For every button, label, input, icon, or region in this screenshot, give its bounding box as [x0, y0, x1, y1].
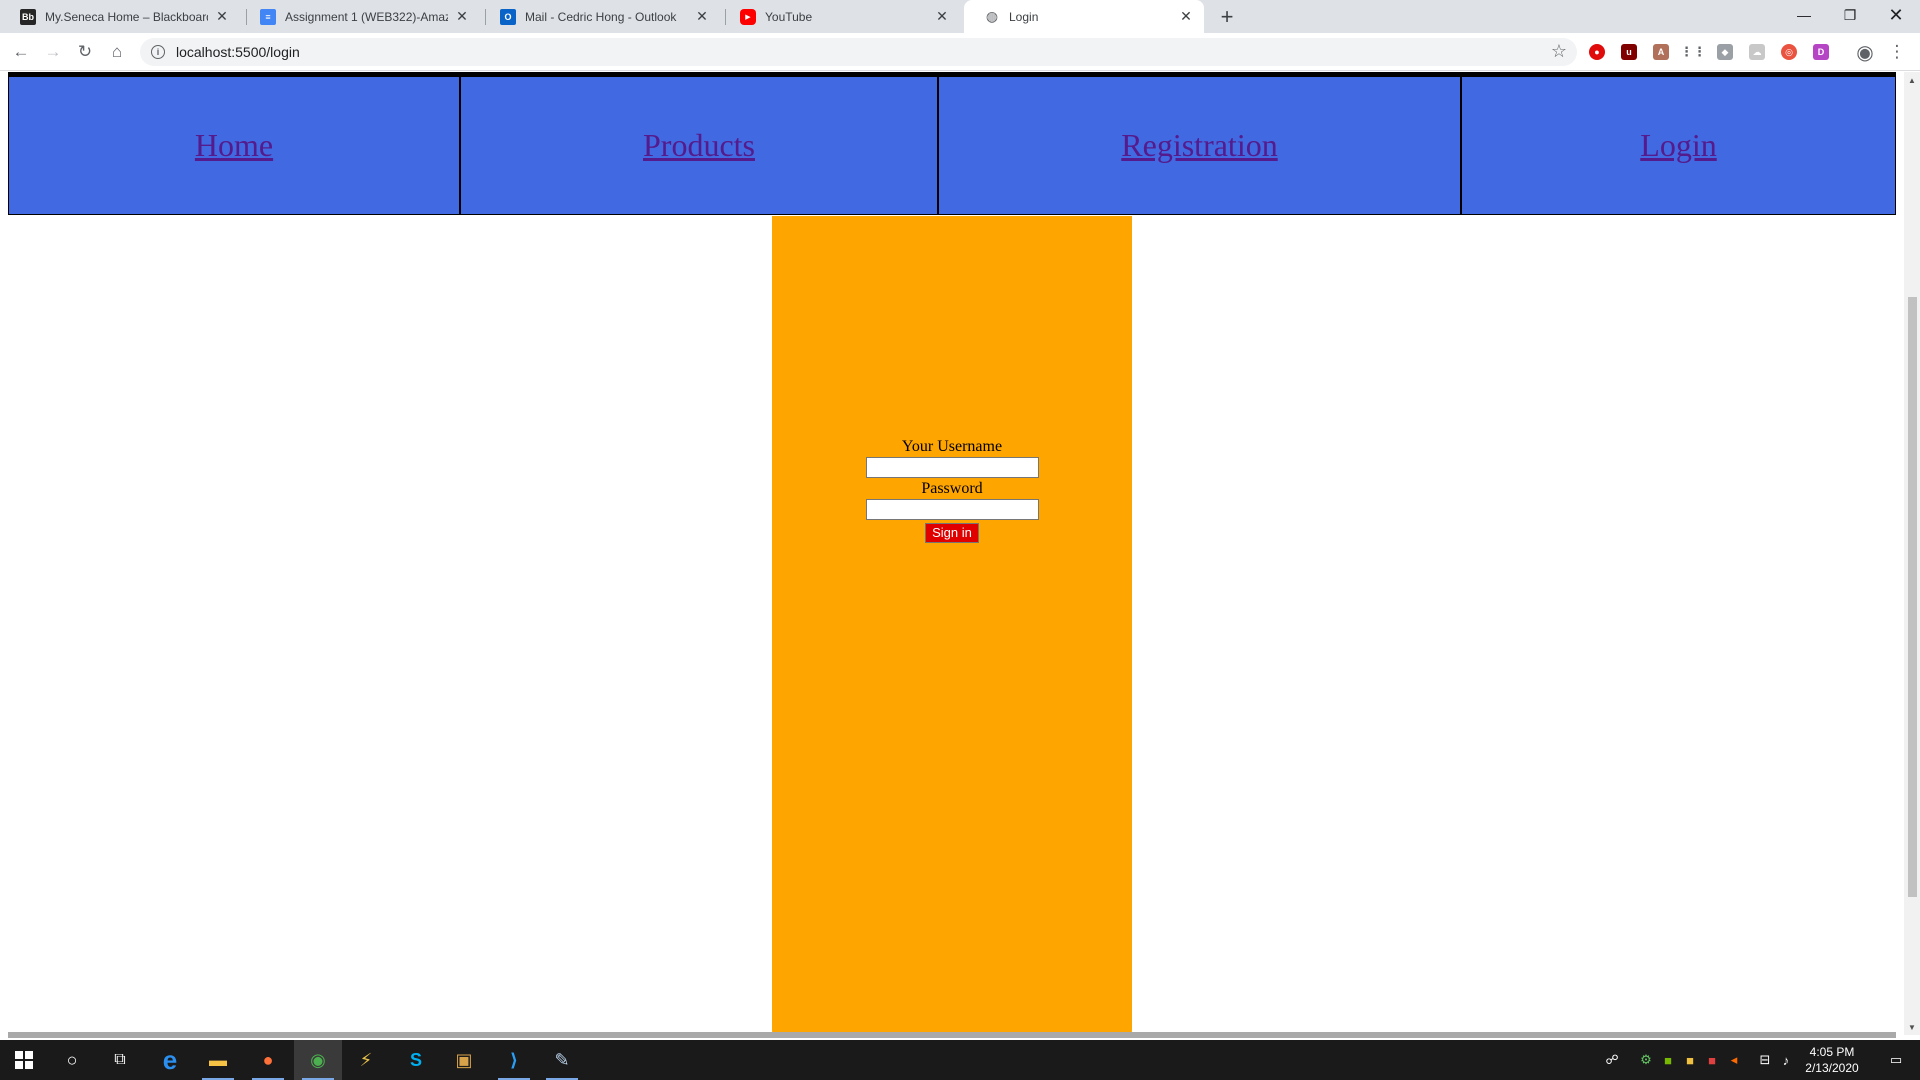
close-tab-icon[interactable]: ✕ [214, 8, 230, 25]
password-input[interactable] [865, 499, 1039, 520]
username-input[interactable] [865, 457, 1039, 478]
edge-icon[interactable]: e [146, 1040, 194, 1080]
app-icon[interactable]: ⚡ [342, 1040, 390, 1080]
notifications-icon[interactable]: ▭ [1876, 1040, 1916, 1080]
skype-icon[interactable]: S [392, 1040, 440, 1080]
firefox-icon[interactable]: ● [244, 1040, 292, 1080]
task-view-icon[interactable]: ⧉ [96, 1040, 144, 1080]
back-icon[interactable]: ← [8, 39, 34, 65]
address-bar[interactable]: i localhost:5500/login ☆ [140, 38, 1577, 66]
close-tab-icon[interactable]: ✕ [1178, 8, 1194, 25]
tab-title: Mail - Cedric Hong - Outlook [525, 9, 677, 24]
app-icon[interactable]: ✎ [538, 1040, 586, 1080]
reload-icon[interactable]: ↻ [72, 39, 98, 65]
browser-tab[interactable]: ▶ YouTube ✕ [720, 0, 960, 33]
nav-item-login: Login [1462, 77, 1895, 214]
scroll-down-arrow-icon[interactable]: ▼ [1904, 1019, 1920, 1035]
extension-icon[interactable]: ● [1589, 44, 1605, 60]
scroll-up-arrow-icon[interactable]: ▲ [1904, 72, 1920, 88]
clock-time: 4:05 PM [1809, 1045, 1855, 1059]
vscode-icon[interactable]: ⟩ [490, 1040, 538, 1080]
profile-icon[interactable]: ◉ [1852, 39, 1878, 65]
cloud-extension-icon[interactable]: ☁ [1749, 44, 1765, 60]
browser-tab[interactable]: ≡ Assignment 1 (WEB322)-Amazon ✕ [240, 0, 480, 33]
username-label: Your Username [901, 438, 1003, 455]
password-label: Password [921, 480, 983, 497]
system-clock[interactable]: 4:05 PM 2/13/2020 [1790, 1044, 1874, 1076]
menu-kebab-icon[interactable]: ⋮ [1884, 39, 1910, 65]
url-text[interactable]: localhost:5500/login [176, 44, 300, 60]
nav-item-products: Products [461, 77, 939, 214]
globe-icon: ◍ [985, 8, 999, 24]
browser-tab[interactable]: O Mail - Cedric Hong - Outlook ✕ [480, 0, 720, 33]
media-app-icon[interactable]: ▣ [440, 1040, 488, 1080]
browser-tab-strip: Bb My.Seneca Home – Blackboard L ✕ ≡ Ass… [0, 0, 1920, 33]
browser-toolbar: ← → ↻ ⌂ i localhost:5500/login ☆ ● u A ⋮… [0, 33, 1920, 71]
windows-taskbar: ○ ⧉ e ▬ ● ◉ ⚡ S ▣ ⟩ ✎ ☍ ⚙ ■ ■ ■ ◂ ⊟ ♪ 4:… [0, 1040, 1920, 1080]
people-icon[interactable]: ☍ [1600, 1040, 1624, 1080]
outlook-icon: O [500, 8, 516, 25]
horizontal-scrollbar[interactable] [8, 1032, 1896, 1038]
extension-icon[interactable]: D [1813, 44, 1829, 60]
youtube-icon: ▶ [740, 8, 756, 25]
close-window-icon[interactable]: ✕ [1876, 0, 1916, 30]
page-viewport: Home Products Registration Login Your Us… [0, 72, 1904, 1035]
nav-link-home[interactable]: Home [195, 127, 273, 164]
network-icon[interactable]: ⊟ [1754, 1040, 1776, 1080]
tray-app-icon[interactable]: ■ [1680, 1040, 1700, 1080]
file-explorer-icon[interactable]: ▬ [194, 1040, 242, 1080]
tray-app-icon[interactable]: ⚙ [1636, 1040, 1656, 1080]
nav-item-registration: Registration [939, 77, 1462, 214]
home-icon[interactable]: ⌂ [104, 39, 130, 65]
grid-icon[interactable]: ⋮⋮ [1680, 44, 1706, 60]
main-nav: Home Products Registration Login [8, 77, 1896, 215]
nav-link-login[interactable]: Login [1640, 127, 1716, 164]
close-tab-icon[interactable]: ✕ [694, 8, 710, 25]
tab-title: My.Seneca Home – Blackboard L [45, 9, 208, 24]
google-docs-icon: ≡ [260, 8, 276, 25]
shield-extension-icon[interactable]: ◆ [1717, 44, 1733, 60]
ublock-icon[interactable]: u [1621, 44, 1637, 60]
minimize-icon[interactable]: — [1784, 0, 1824, 30]
tray-app-icon[interactable]: ■ [1702, 1040, 1722, 1080]
close-tab-icon[interactable]: ✕ [934, 8, 950, 25]
vertical-scrollbar[interactable]: ▲ ▼ [1904, 72, 1920, 1035]
sign-in-button[interactable]: Sign in [925, 523, 979, 543]
tab-title: Login [1009, 9, 1039, 24]
forward-icon[interactable]: → [40, 39, 66, 65]
windows-start-icon[interactable] [0, 1040, 48, 1080]
nav-item-home: Home [9, 77, 461, 214]
chevron-left-icon[interactable]: ◂ [1724, 1040, 1744, 1080]
nvidia-icon[interactable]: ■ [1658, 1040, 1678, 1080]
browser-tab[interactable]: Bb My.Seneca Home – Blackboard L ✕ [0, 0, 240, 33]
info-icon[interactable]: i [151, 45, 165, 59]
restore-icon[interactable]: ❐ [1830, 0, 1870, 30]
chrome-icon[interactable]: ◉ [294, 1040, 342, 1080]
new-tab-button[interactable]: + [1214, 4, 1240, 30]
tab-title: Assignment 1 (WEB322)-Amazon [285, 9, 448, 24]
search-icon[interactable]: ○ [48, 1040, 96, 1080]
close-tab-icon[interactable]: ✕ [454, 8, 470, 25]
bookmark-star-icon[interactable]: ☆ [1551, 41, 1567, 62]
extension-icon[interactable]: A [1653, 44, 1669, 60]
clock-date: 2/13/2020 [1805, 1061, 1859, 1075]
login-form: Your Username Password Sign in [772, 216, 1132, 1035]
extension-icon[interactable]: ◎ [1781, 44, 1797, 60]
browser-tab-active[interactable]: ◍ Login ✕ [964, 0, 1204, 33]
nav-link-products[interactable]: Products [643, 127, 755, 164]
scrollbar-thumb[interactable] [1908, 297, 1917, 897]
tab-title: YouTube [765, 9, 813, 24]
nav-link-registration[interactable]: Registration [1121, 127, 1277, 164]
blackboard-icon: Bb [20, 8, 36, 25]
